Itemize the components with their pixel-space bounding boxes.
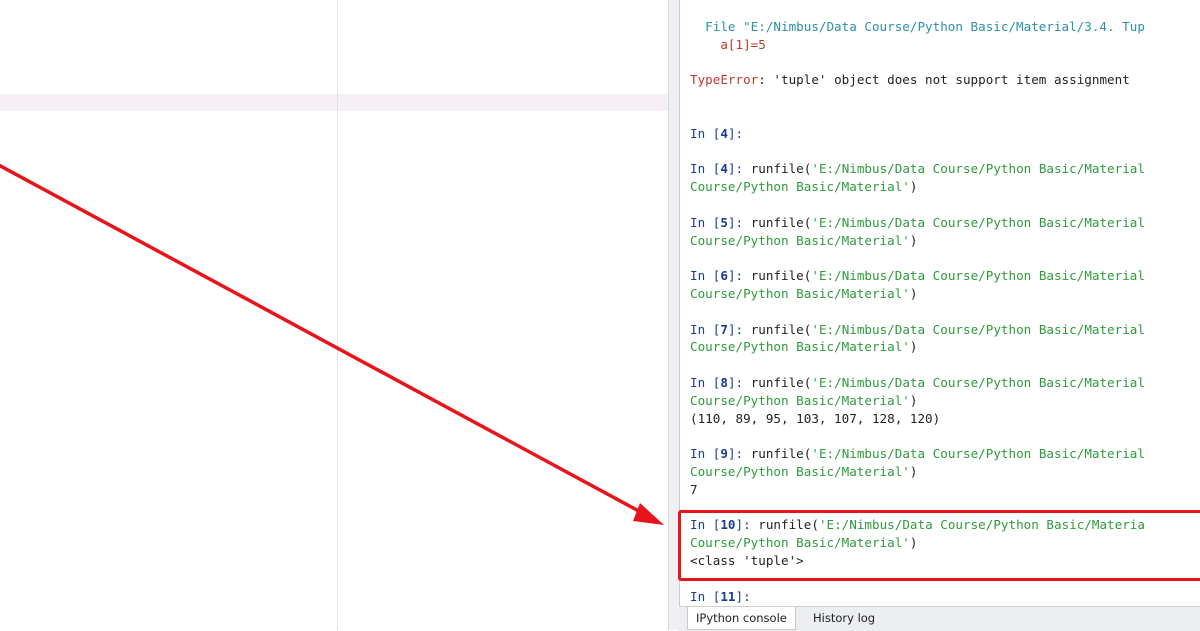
- red-arrow-icon: [0, 163, 664, 525]
